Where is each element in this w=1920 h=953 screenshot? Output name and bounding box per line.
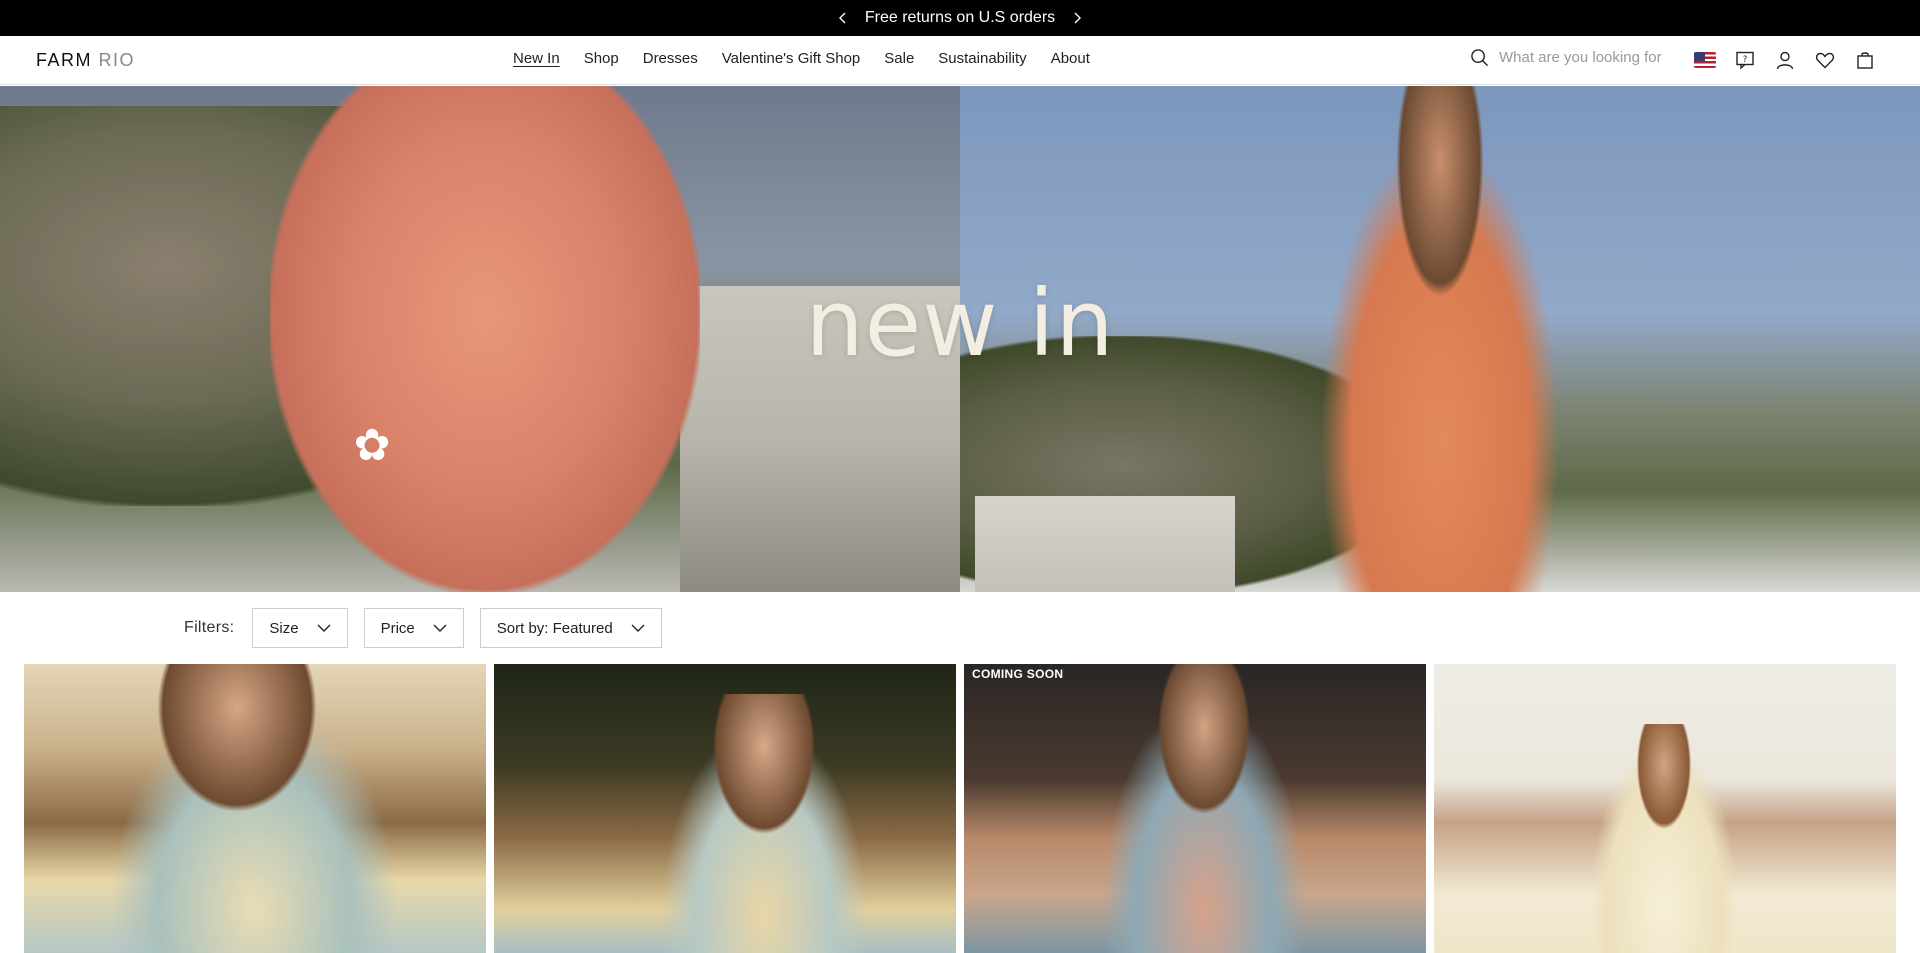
logo[interactable]: FARM RIO [36,50,135,71]
chevron-down-icon [433,624,447,632]
sort-label: Sort by: Featured [496,619,613,637]
hero-banner[interactable]: ✿ new in [0,86,1920,592]
help-chat-icon[interactable]: ? [1734,49,1756,71]
nav-item-about[interactable]: About [1051,50,1090,67]
product-card[interactable] [494,664,956,953]
logo-sub: RIO [98,50,136,70]
product-card[interactable] [24,664,486,953]
chevron-right-icon[interactable] [1069,10,1085,26]
svg-text:?: ? [1743,55,1748,65]
size-filter-label: Size [269,619,299,637]
chevron-down-icon [631,624,645,632]
nav-item-sale[interactable]: Sale [884,50,914,67]
product-image [1084,664,1324,953]
product-card[interactable] [1434,664,1896,953]
nav-item-shop[interactable]: Shop [584,50,619,67]
us-flag-icon[interactable] [1694,49,1716,71]
nav-item-valentines-gift-shop[interactable]: Valentine's Gift Shop [722,50,861,67]
hero-title: new in [805,270,1115,377]
nav-item-new-in[interactable]: New In [513,50,560,67]
size-filter-button[interactable]: Size [252,608,348,648]
product-badge: COMING SOON [972,667,1064,681]
search-input[interactable] [1499,49,1684,66]
product-grid: COMING SOON [24,664,1896,953]
shopping-bag-icon[interactable] [1854,49,1876,71]
product-image [84,664,424,953]
price-filter-button[interactable]: Price [363,608,464,648]
site-header: FARM RIO New In Shop Dresses Valentine's… [0,36,1920,85]
hero-building-right [975,496,1235,592]
price-filter-label: Price [380,619,415,637]
filters-bar: Filters: Size Price Sort by: Featured [184,608,662,648]
header-icons: ? [1694,49,1876,71]
filters-label: Filters: [184,619,235,636]
product-image [1584,724,1744,953]
nav-item-dresses[interactable]: Dresses [643,50,698,67]
logo-main: FARM [36,50,93,70]
nav-item-sustainability[interactable]: Sustainability [938,50,1026,67]
account-icon[interactable] [1774,49,1796,71]
announcement-bar: Free returns on U.S orders [0,0,1920,36]
search-icon[interactable] [1470,48,1489,67]
main-nav: New In Shop Dresses Valentine's Gift Sho… [513,50,1090,67]
chevron-down-icon [317,624,331,632]
announcement-text[interactable]: Free returns on U.S orders [865,9,1055,27]
search-bar [1470,48,1684,67]
wishlist-heart-icon[interactable] [1814,49,1836,71]
product-image [644,694,884,953]
flower-icon: ✿ [353,421,391,470]
product-card[interactable]: COMING SOON [964,664,1426,953]
sort-button[interactable]: Sort by: Featured [479,608,662,648]
chevron-left-icon[interactable] [835,10,851,26]
